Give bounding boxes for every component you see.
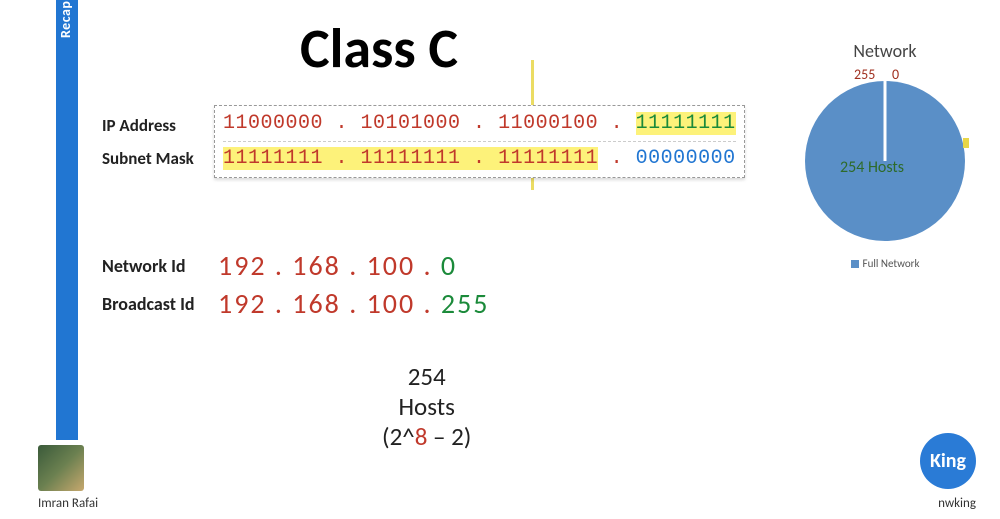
pie-legend: Full Network: [790, 257, 980, 270]
hosts-formula: (2^8 – 2): [382, 422, 471, 452]
pie-title: Network: [790, 40, 980, 62]
broadcast-id-label: Broadcast Id: [102, 293, 195, 315]
ip-oct2: 10101000: [361, 112, 461, 135]
ip-binary-row: 11000000 . 10101000 . 11000100 . 1111111…: [223, 109, 736, 139]
recap-label: Recap: [57, 1, 74, 38]
network-id-label: Network Id: [102, 255, 186, 277]
sm-oct1: 11111111: [223, 147, 323, 170]
page-title: Class C: [300, 15, 458, 83]
avatar: [38, 445, 84, 491]
network-id-value: 192 . 168 . 100 . 0: [218, 248, 457, 283]
hosts-word: Hosts: [382, 392, 471, 422]
pie-hosts-label: 254 Hosts: [840, 158, 904, 177]
pie-label-255: 255: [854, 66, 875, 83]
pie-chart: Network 255 0 254 Hosts Full Network: [790, 40, 980, 270]
binary-table: 11000000 . 10101000 . 11000100 . 1111111…: [214, 105, 745, 178]
legend-swatch: [851, 260, 859, 268]
broadcast-id-value: 192 . 168 . 100 . 255: [218, 286, 490, 321]
brand-badge: King: [920, 433, 976, 489]
ip-address-label: IP Address: [102, 115, 176, 136]
site-name: nwking: [938, 496, 976, 511]
sm-oct3: 11111111: [498, 147, 598, 170]
sm-oct2: 11111111: [361, 147, 461, 170]
ip-oct1: 11000000: [223, 112, 323, 135]
presenter-name: Imran Rafai: [38, 496, 98, 511]
subnet-mask-label: Subnet Mask: [102, 148, 194, 169]
hosts-summary: 254 Hosts (2^8 – 2): [382, 362, 471, 452]
ip-oct3: 11000100: [498, 112, 598, 135]
ip-oct4: 11111111: [636, 112, 736, 135]
recap-sidebar: [56, 0, 78, 440]
subnet-binary-row: 11111111 . 11111111 . 11111111 . 0000000…: [223, 141, 736, 174]
pie-svg: [795, 66, 975, 246]
sm-oct4: 00000000: [636, 147, 736, 170]
hosts-count: 254: [382, 362, 471, 392]
pie-label-0: 0: [892, 66, 899, 83]
